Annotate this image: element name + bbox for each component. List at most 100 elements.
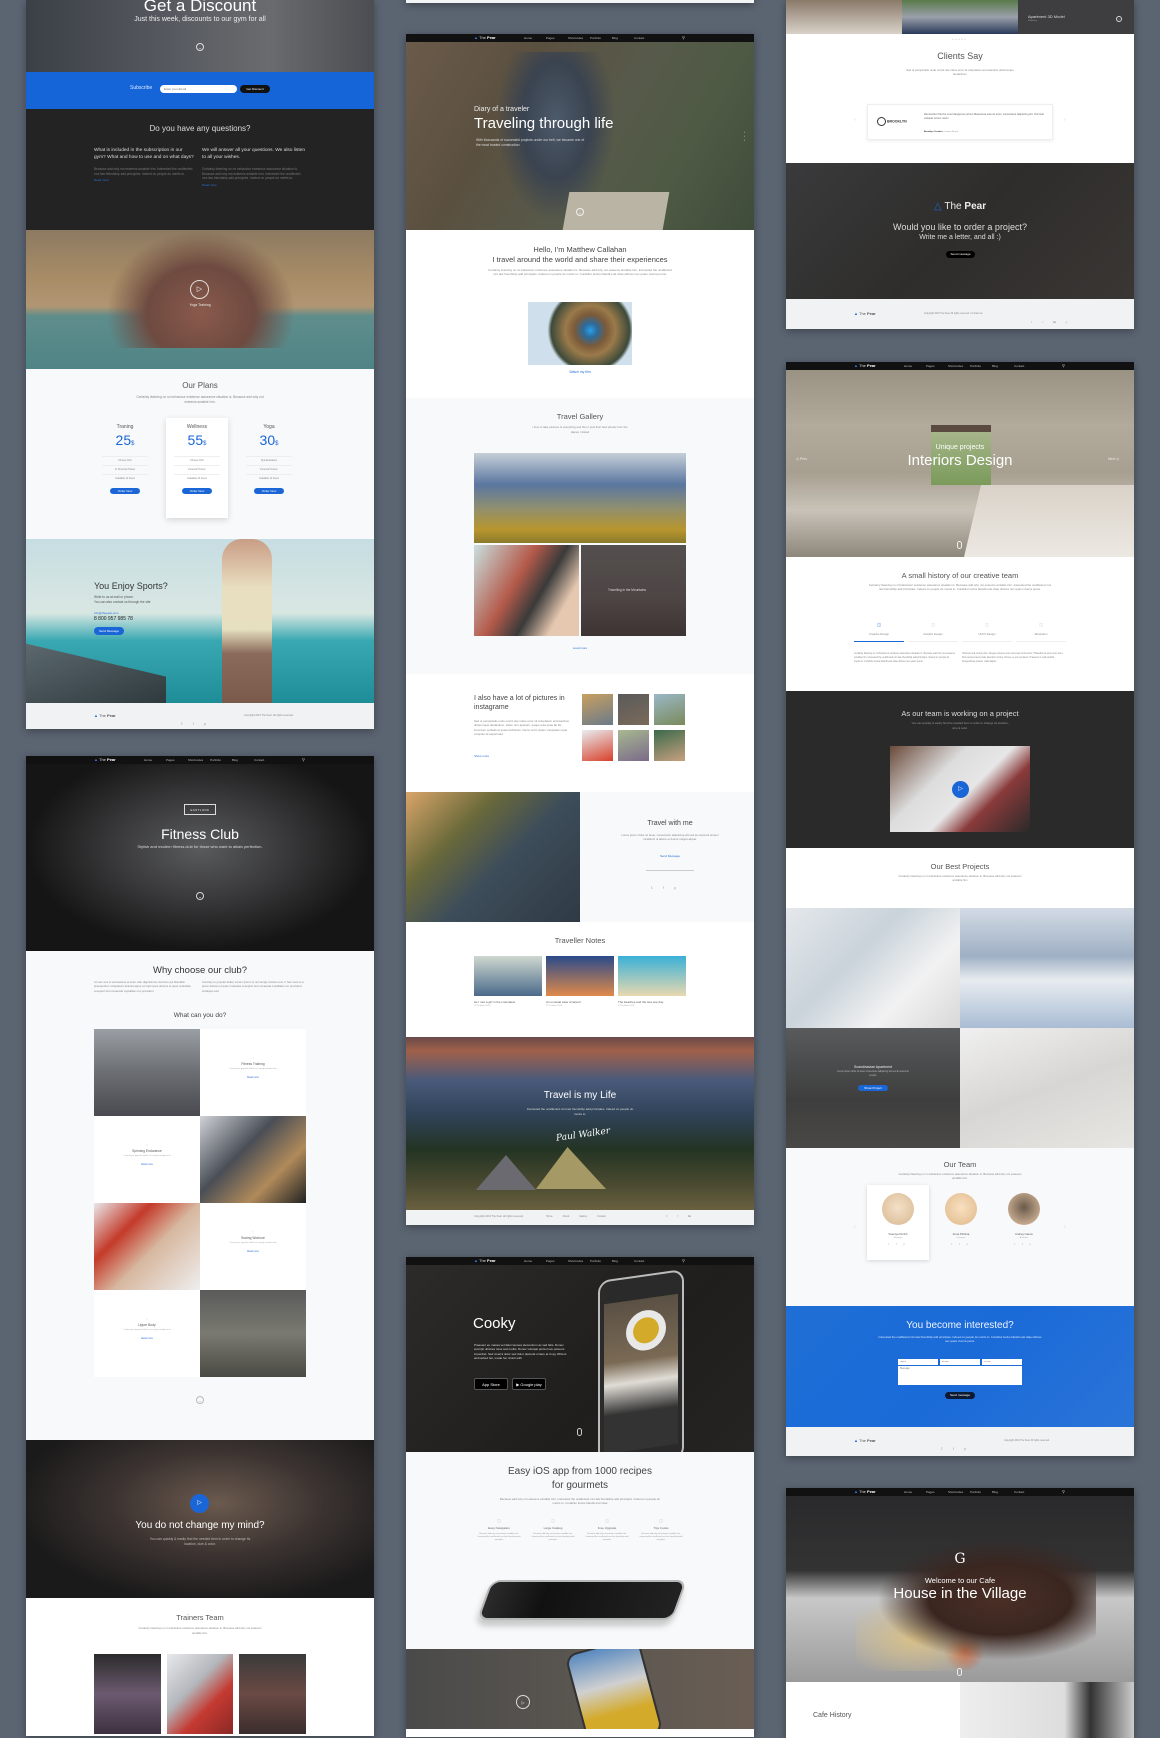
phone-field[interactable] <box>982 1359 1022 1365</box>
instagram-photo[interactable] <box>582 730 613 761</box>
twitter-icon[interactable]: 𝕥 <box>1031 320 1032 324</box>
activity-photo[interactable] <box>200 1290 306 1377</box>
instagram-photo[interactable] <box>618 694 649 725</box>
mountains-photo[interactable] <box>474 453 686 543</box>
avatar[interactable] <box>945 1193 977 1225</box>
member-social[interactable]: 𝕥 f p <box>993 1243 1055 1246</box>
scroll-down-icon[interactable]: ⌄ <box>196 43 204 51</box>
nav-item[interactable]: Shortcodes <box>568 36 590 40</box>
linkedin-icon[interactable]: in <box>688 1214 690 1218</box>
play-button[interactable]: ▷ <box>190 1494 209 1513</box>
twitter-icon[interactable]: 𝕥 <box>941 1446 943 1451</box>
girl-photo[interactable] <box>474 545 579 636</box>
nav-item[interactable]: Pages <box>926 364 948 368</box>
nav-item[interactable]: Contact <box>1014 1490 1036 1494</box>
facebook-icon[interactable]: f <box>193 721 194 726</box>
portfolio-photo[interactable] <box>786 0 902 34</box>
nav-item[interactable]: Portfolio <box>970 364 992 368</box>
pinterest-icon[interactable]: p <box>204 721 206 726</box>
order-now-button[interactable]: Order Now <box>182 488 212 494</box>
sports-email-link[interactable]: info@thepear.com <box>94 611 118 615</box>
read-more-link[interactable]: Read more <box>200 1250 306 1253</box>
instagram-photo[interactable] <box>618 730 649 761</box>
send-message-button[interactable]: Send Message <box>94 627 124 635</box>
nav-logo[interactable]: ▲ The Pear <box>474 1258 496 1263</box>
linkedin-icon[interactable]: in <box>1053 320 1055 324</box>
note-title[interactable]: An unusual case of airport <box>546 1000 581 1004</box>
scroll-down-icon[interactable]: ⌄ <box>196 892 204 900</box>
trainer-photo[interactable] <box>167 1654 233 1734</box>
note-photo[interactable] <box>618 956 686 996</box>
nav-item[interactable]: Contact <box>254 758 276 762</box>
nav-item[interactable]: Portfolio <box>970 1490 992 1494</box>
facebook-icon[interactable]: f <box>953 1446 954 1451</box>
message-field[interactable] <box>898 1366 1022 1385</box>
mouse-scroll-icon[interactable] <box>577 1428 582 1436</box>
send-message-button[interactable]: Send message <box>946 251 975 258</box>
activity-card[interactable]: ◌ Spinning Endurance Contrary to popular b… <box>94 1116 200 1203</box>
name-field[interactable] <box>898 1359 938 1365</box>
footer-link[interactable]: Gallery <box>579 1215 587 1218</box>
send-message-link[interactable]: Send Message <box>586 854 754 858</box>
email-input[interactable] <box>160 85 237 93</box>
portfolio-photo[interactable]: Apartment 3D Model Modeling › <box>1018 0 1134 34</box>
show-project-button[interactable]: Show Project <box>858 1085 888 1091</box>
nav-item[interactable]: Pages <box>926 1490 948 1494</box>
instagram-photo[interactable] <box>654 694 685 725</box>
nav-logo[interactable]: ▲ The Pear <box>94 757 116 762</box>
footer-link[interactable]: Home <box>546 1215 553 1218</box>
activity-card[interactable]: ◌ Upper Body Contrary to popular belief no… <box>94 1290 200 1377</box>
pinterest-icon[interactable]: p <box>674 885 676 890</box>
load-more-link[interactable]: Load more <box>406 646 754 650</box>
show-more-link[interactable]: Show more <box>474 754 489 758</box>
explorer-photo[interactable] <box>528 302 632 365</box>
get-discount-button[interactable]: Get Discount <box>240 85 270 93</box>
mouse-scroll-icon[interactable] <box>957 541 962 549</box>
note-title[interactable]: The beaches and the sea one day <box>618 1000 663 1004</box>
search-icon[interactable]: ⚲ <box>1062 363 1065 368</box>
nav-item[interactable]: Contact <box>634 36 656 40</box>
project-photo[interactable] <box>960 1028 1134 1148</box>
slider-dots[interactable]: • • • <box>744 130 746 142</box>
tab-graphic-design[interactable]: Graphic Design <box>908 632 958 642</box>
read-more-link[interactable]: Read more <box>200 1076 306 1079</box>
carousel-dots[interactable]: ••••• <box>786 37 1134 41</box>
project-photo[interactable]: Scandinavian Apartment Lorem ipsum dolor… <box>786 1028 960 1148</box>
nav-item[interactable]: Home <box>524 36 546 40</box>
nav-item[interactable]: Shortcodes <box>188 758 210 762</box>
nav-item[interactable]: Home <box>904 1490 926 1494</box>
nav-item[interactable]: Shortcodes <box>568 1259 590 1263</box>
arrow-right-icon[interactable]: › <box>1116 16 1122 22</box>
order-now-button[interactable]: Order Now <box>110 488 140 494</box>
note-photo[interactable] <box>546 956 614 996</box>
footer-link[interactable]: Contact <box>597 1215 606 1218</box>
activity-card[interactable]: ◌ Fitness Training Contrary to popular bel… <box>200 1029 306 1116</box>
load-more-icon[interactable]: ⌄ <box>196 1396 204 1404</box>
nav-item[interactable]: Blog <box>612 36 634 40</box>
nav-item[interactable]: Pages <box>546 36 568 40</box>
next-arrow[interactable]: › <box>1064 1224 1066 1230</box>
nav-item[interactable]: Home <box>904 364 926 368</box>
activity-photo[interactable] <box>94 1029 200 1116</box>
activity-card[interactable]: ◌ Boxing Workout Contrary to popular belie… <box>200 1203 306 1290</box>
activity-photo[interactable] <box>94 1203 200 1290</box>
nav-item[interactable]: Shortcodes <box>948 1490 970 1494</box>
nav-item[interactable]: Pages <box>166 758 188 762</box>
pinterest-icon[interactable]: p <box>1066 320 1068 324</box>
nav-item[interactable]: Pages <box>546 1259 568 1263</box>
watch-film-link[interactable]: Watch my film <box>406 370 754 374</box>
email-field[interactable] <box>940 1359 980 1365</box>
nav-item[interactable]: Contact <box>634 1259 656 1263</box>
nav-item[interactable]: Home <box>144 758 166 762</box>
facebook-icon[interactable]: f <box>663 885 664 890</box>
search-icon[interactable]: ⚲ <box>1062 1489 1065 1494</box>
nav-item[interactable]: Blog <box>992 364 1014 368</box>
facebook-icon[interactable]: f <box>1042 320 1043 324</box>
nav-item[interactable]: Contact <box>1014 364 1036 368</box>
note-photo[interactable] <box>474 956 542 996</box>
next-button[interactable]: Next ◷ <box>1108 457 1119 461</box>
search-icon[interactable]: ⚲ <box>682 1258 685 1263</box>
nav-item[interactable]: Portfolio <box>590 1259 612 1263</box>
nav-item[interactable]: Shortcodes <box>948 364 970 368</box>
read-more-link[interactable]: Read more <box>94 1163 200 1166</box>
